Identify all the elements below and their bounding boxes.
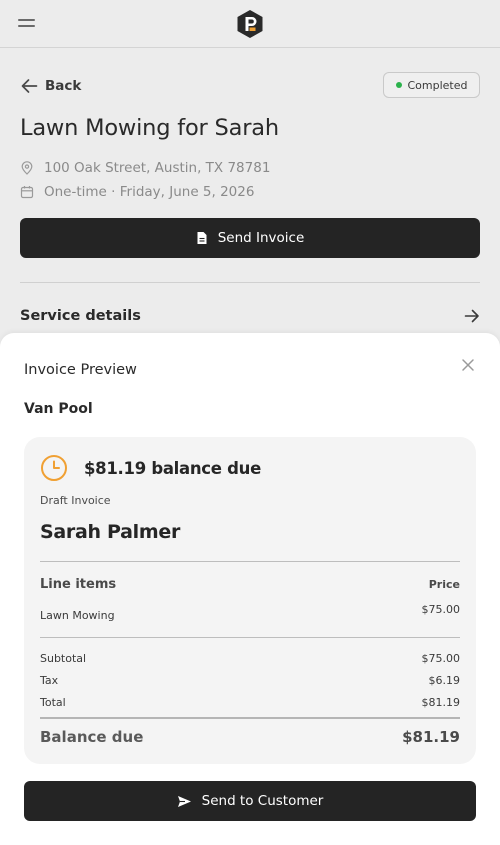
tax-value: $6.19 (428, 674, 461, 687)
subtotal-label: Subtotal (40, 652, 87, 665)
send-to-customer-label: Send to Customer (201, 793, 324, 809)
page-title: Lawn Mowing for Sarah (20, 115, 279, 141)
subtotal-row: Subtotal $75.00 (40, 652, 460, 665)
location-pin-icon (21, 161, 33, 175)
arrow-left-icon (21, 79, 38, 93)
subtotal-value: $75.00 (421, 652, 461, 665)
clock-icon (41, 455, 67, 481)
divider (40, 561, 460, 562)
line-item-row: Lawn Mowing $75.00 (40, 603, 460, 623)
balance-due-header: $81.19 balance due (40, 454, 261, 482)
sheet-title: Invoice Preview (24, 362, 137, 378)
send-icon (177, 795, 191, 807)
customer-name: Sarah Palmer (40, 521, 181, 543)
balance-due-label: Balance due (40, 728, 144, 746)
job-schedule: One-time · Friday, June 5, 2026 (20, 184, 254, 200)
divider (40, 717, 460, 719)
back-label: Back (45, 78, 82, 94)
status-badge: Completed (383, 72, 480, 98)
invoice-preview-sheet: Invoice Preview Van Pool $81.19 balance … (0, 333, 500, 845)
close-icon[interactable] (460, 357, 476, 373)
send-invoice-button[interactable]: Send Invoice (20, 218, 480, 258)
back-button[interactable]: Back (20, 76, 81, 96)
balance-due-value: $81.19 (402, 728, 460, 746)
tax-row: Tax $6.19 (40, 674, 460, 687)
total-label: Total (40, 696, 66, 709)
invoice-card: $81.19 balance due Draft Invoice Sarah P… (24, 437, 476, 764)
job-address: 100 Oak Street, Austin, TX 78781 (20, 160, 270, 176)
arrow-right-icon (464, 309, 479, 323)
business-name: Van Pool (24, 401, 93, 417)
line-items-label: Line items (40, 577, 117, 592)
divider (40, 637, 460, 638)
line-items-header: Line items Price (40, 577, 460, 592)
draft-invoice-label: Draft Invoice (40, 494, 111, 507)
tax-label: Tax (40, 674, 59, 687)
line-item-name: Lawn Mowing (40, 609, 115, 622)
balance-due-headline: $81.19 balance due (84, 458, 261, 478)
service-details-row[interactable]: Service details (20, 302, 480, 330)
send-to-customer-button[interactable]: Send to Customer (24, 781, 476, 821)
schedule-text: One-time · Friday, June 5, 2026 (44, 184, 255, 200)
address-text: 100 Oak Street, Austin, TX 78781 (44, 160, 271, 176)
top-bar (0, 0, 500, 48)
status-dot (395, 82, 402, 88)
hamburger-menu-icon[interactable] (18, 18, 35, 29)
document-icon (197, 232, 207, 244)
send-invoice-label: Send Invoice (217, 230, 305, 246)
service-details-label: Service details (20, 308, 141, 324)
divider (20, 282, 480, 283)
total-value: $81.19 (421, 696, 461, 709)
calendar-icon (20, 186, 34, 199)
balance-due-row: Balance due $81.19 (40, 728, 460, 746)
price-label: Price (428, 578, 460, 591)
line-item-price: $75.00 (421, 603, 461, 616)
status-label: Completed (407, 78, 468, 92)
app-logo-icon[interactable] (236, 9, 264, 39)
total-row: Total $81.19 (40, 696, 460, 709)
